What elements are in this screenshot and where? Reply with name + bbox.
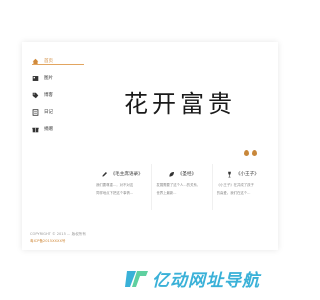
nav-item-label: 博客 (44, 93, 53, 98)
pen-icon (101, 171, 107, 177)
gift-icon (32, 127, 39, 132)
card-desc-line: 《小王子》在并成了孩子 (216, 183, 254, 187)
nav-active-underline (32, 64, 84, 65)
quote-cards: 《毛主席语录》 我们要尊重...，对不对这 同样地点下把这个事情... 《圣经》… (92, 164, 272, 210)
nav-item-blog[interactable]: 博客 (32, 90, 53, 100)
card-desc-line: 的喜爱。我们在这个... (216, 191, 251, 195)
nav-item-diary[interactable]: 日记 (32, 107, 53, 117)
card-title: 《毛主席语录》 (110, 172, 143, 177)
card-title: 《圣经》 (177, 172, 197, 177)
brand-title: 花开富贵 (124, 90, 236, 118)
page-card: 首页 图片 博客 日记 捐赠 COPYRIGHT © 2015 ... 版权所有… (22, 42, 278, 250)
card-desc-line: 我们要尊重...，对不对这 (96, 183, 134, 187)
nav-item-donate[interactable]: 捐赠 (32, 124, 53, 134)
quote-card[interactable]: 《毛主席语录》 我们要尊重...，对不对这 同样地点下把这个事情... (92, 164, 153, 210)
nav-item-label: 日记 (44, 110, 53, 115)
wine-icon (227, 171, 231, 177)
copyright-text: COPYRIGHT © 2015 ... 版权所有 (30, 232, 86, 236)
nav-item-label: 图片 (44, 76, 53, 81)
quote-card[interactable]: 《圣经》 发展需要了这个人...的关系， 世界上最新... (152, 164, 213, 210)
image-icon (32, 75, 39, 81)
card-title: 《小王子》 (235, 172, 259, 177)
nav-item-images[interactable]: 图片 (32, 73, 53, 83)
quote-card[interactable]: 《小王子》 《小王子》在并成了孩子 的喜爱。我们在这个... (213, 164, 272, 210)
watermark: 亿动网址导航 (124, 266, 260, 291)
note-icon (32, 108, 39, 116)
card-desc-line: 发展需要了这个人...的关系， (156, 183, 201, 187)
nav-item-label: 捐赠 (44, 127, 53, 132)
footer: COPYRIGHT © 2015 ... 版权所有 粤ICP备2015XXXX号 (30, 232, 86, 244)
tag-icon (32, 92, 39, 98)
dot-icon (244, 150, 249, 156)
leaf-icon (169, 171, 174, 177)
icp-link[interactable]: 粤ICP备2015XXXX号 (30, 239, 86, 244)
watermark-logo-icon (125, 270, 148, 287)
watermark-text: 亿动网址导航 (152, 271, 260, 291)
card-desc-line: 世界上最新... (156, 191, 177, 195)
dot-icon (252, 150, 257, 156)
decorative-dots (244, 150, 257, 156)
sidebar-nav: 首页 图片 博客 日记 捐赠 COPYRIGHT © 2015 ... 版权所有… (22, 42, 86, 243)
card-desc-line: 同样地点下把这个事情... (96, 191, 134, 195)
